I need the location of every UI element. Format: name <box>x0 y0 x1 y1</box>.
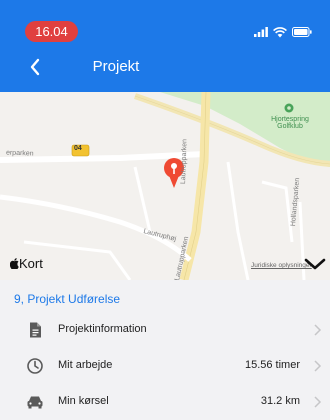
map-label-golf: Hjortespring Golfklub <box>271 116 309 130</box>
row-mit-arbejde[interactable]: Mit arbejde 15.56 timer <box>0 348 330 384</box>
chevron-right-icon <box>314 324 322 336</box>
row-projektinformation[interactable]: Projektinformation <box>0 312 330 348</box>
car-icon <box>27 396 43 409</box>
map-label-route: 04 <box>74 145 82 152</box>
map-attribution: Kort <box>9 256 43 271</box>
chevron-down-icon <box>304 258 326 270</box>
map-label-street: erparken <box>5 149 34 158</box>
row-label: Min kørsel <box>58 395 109 407</box>
row-value: 31.2 km <box>260 395 300 407</box>
clock-icon <box>27 358 43 374</box>
apple-logo-icon <box>9 258 19 270</box>
battery-icon <box>292 27 312 37</box>
nav-bar: Projekt <box>0 44 330 92</box>
wifi-icon <box>273 26 287 37</box>
chevron-right-icon <box>314 360 322 372</box>
golf-poi-icon <box>284 103 294 113</box>
status-icons <box>254 24 312 40</box>
map-attribution-text: Kort <box>19 256 43 271</box>
signal-icon <box>254 27 268 37</box>
status-bar: 16.04 <box>0 0 330 44</box>
status-time: 16.04 <box>25 21 78 42</box>
map-collapse-button[interactable] <box>302 254 328 274</box>
page-title: Projekt <box>92 58 140 75</box>
row-value: 15.56 timer <box>244 359 300 371</box>
row-min-korsel[interactable]: Min kørsel 31.2 km <box>0 384 330 420</box>
row-label: Projektinformation <box>58 323 147 335</box>
map-view[interactable]: 04 erparken Hjortespring Golfklub Lautru… <box>0 92 330 280</box>
row-label: Mit arbejde <box>58 359 113 371</box>
chevron-right-icon <box>314 396 322 408</box>
project-title: 9, Projekt Udførelse <box>14 292 121 306</box>
document-icon <box>30 322 41 338</box>
